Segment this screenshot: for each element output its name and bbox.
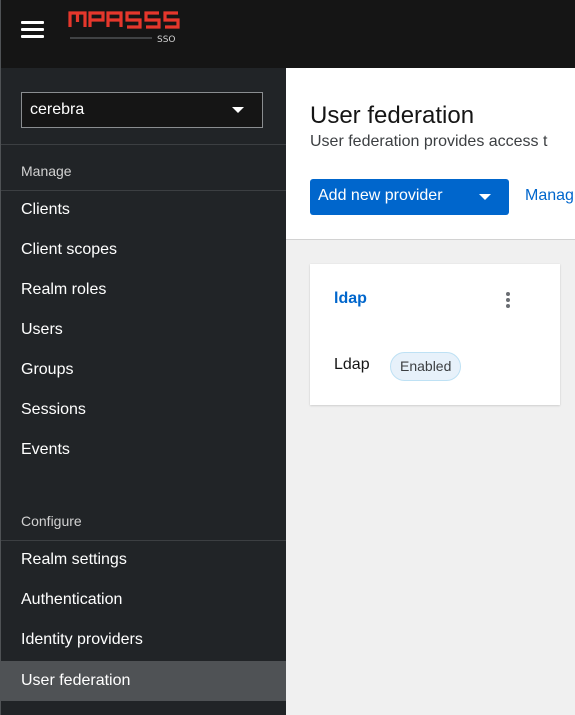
page-title: User federation	[310, 102, 475, 129]
divider	[1, 144, 287, 145]
page-header: User federation User federation provides…	[286, 68, 575, 240]
main-content: User federation User federation provides…	[286, 68, 575, 715]
add-new-provider-button[interactable]: Add new provider	[310, 179, 509, 215]
page-description: User federation provides access t	[310, 133, 548, 150]
realm-selector[interactable]: cerebra	[21, 92, 263, 128]
nav-section-manage: Manage	[21, 163, 72, 179]
realm-selector-value: cerebra	[30, 101, 85, 118]
nav-item-authentication[interactable]: Authentication	[1, 580, 287, 620]
nav-item-users[interactable]: Users	[1, 310, 287, 350]
manage-priorities-link[interactable]: Manag	[525, 187, 574, 205]
masthead: SSO	[0, 0, 575, 68]
add-new-provider-label: Add new provider	[318, 187, 443, 204]
provider-card-title[interactable]: ldap	[334, 290, 367, 308]
nav-item-client-scopes[interactable]: Client scopes	[1, 230, 287, 270]
mpass-logo[interactable]: SSO	[67, 8, 183, 49]
kebab-menu-icon[interactable]	[500, 290, 516, 308]
caret-down-icon	[232, 107, 244, 113]
nav-item-clients[interactable]: Clients	[1, 190, 287, 230]
provider-card: ldap Ldap Enabled	[310, 264, 560, 405]
sidebar: cerebra Manage Clients Client scopes Rea…	[0, 68, 287, 715]
nav-item-realm-settings[interactable]: Realm settings	[1, 540, 287, 580]
nav-item-events[interactable]: Events	[1, 430, 287, 470]
logo-sub-text: SSO	[157, 35, 176, 44]
status-badge: Enabled	[390, 352, 462, 381]
nav-section-configure: Configure	[21, 513, 82, 529]
nav-item-user-federation[interactable]: User federation	[1, 661, 287, 701]
provider-type: Ldap	[334, 356, 370, 373]
menu-toggle-icon[interactable]	[21, 20, 44, 39]
nav-item-groups[interactable]: Groups	[1, 350, 287, 390]
caret-down-icon	[479, 194, 491, 200]
nav-item-realm-roles[interactable]: Realm roles	[1, 270, 287, 310]
nav-item-identity-providers[interactable]: Identity providers	[1, 620, 287, 660]
nav-item-sessions[interactable]: Sessions	[1, 390, 287, 430]
